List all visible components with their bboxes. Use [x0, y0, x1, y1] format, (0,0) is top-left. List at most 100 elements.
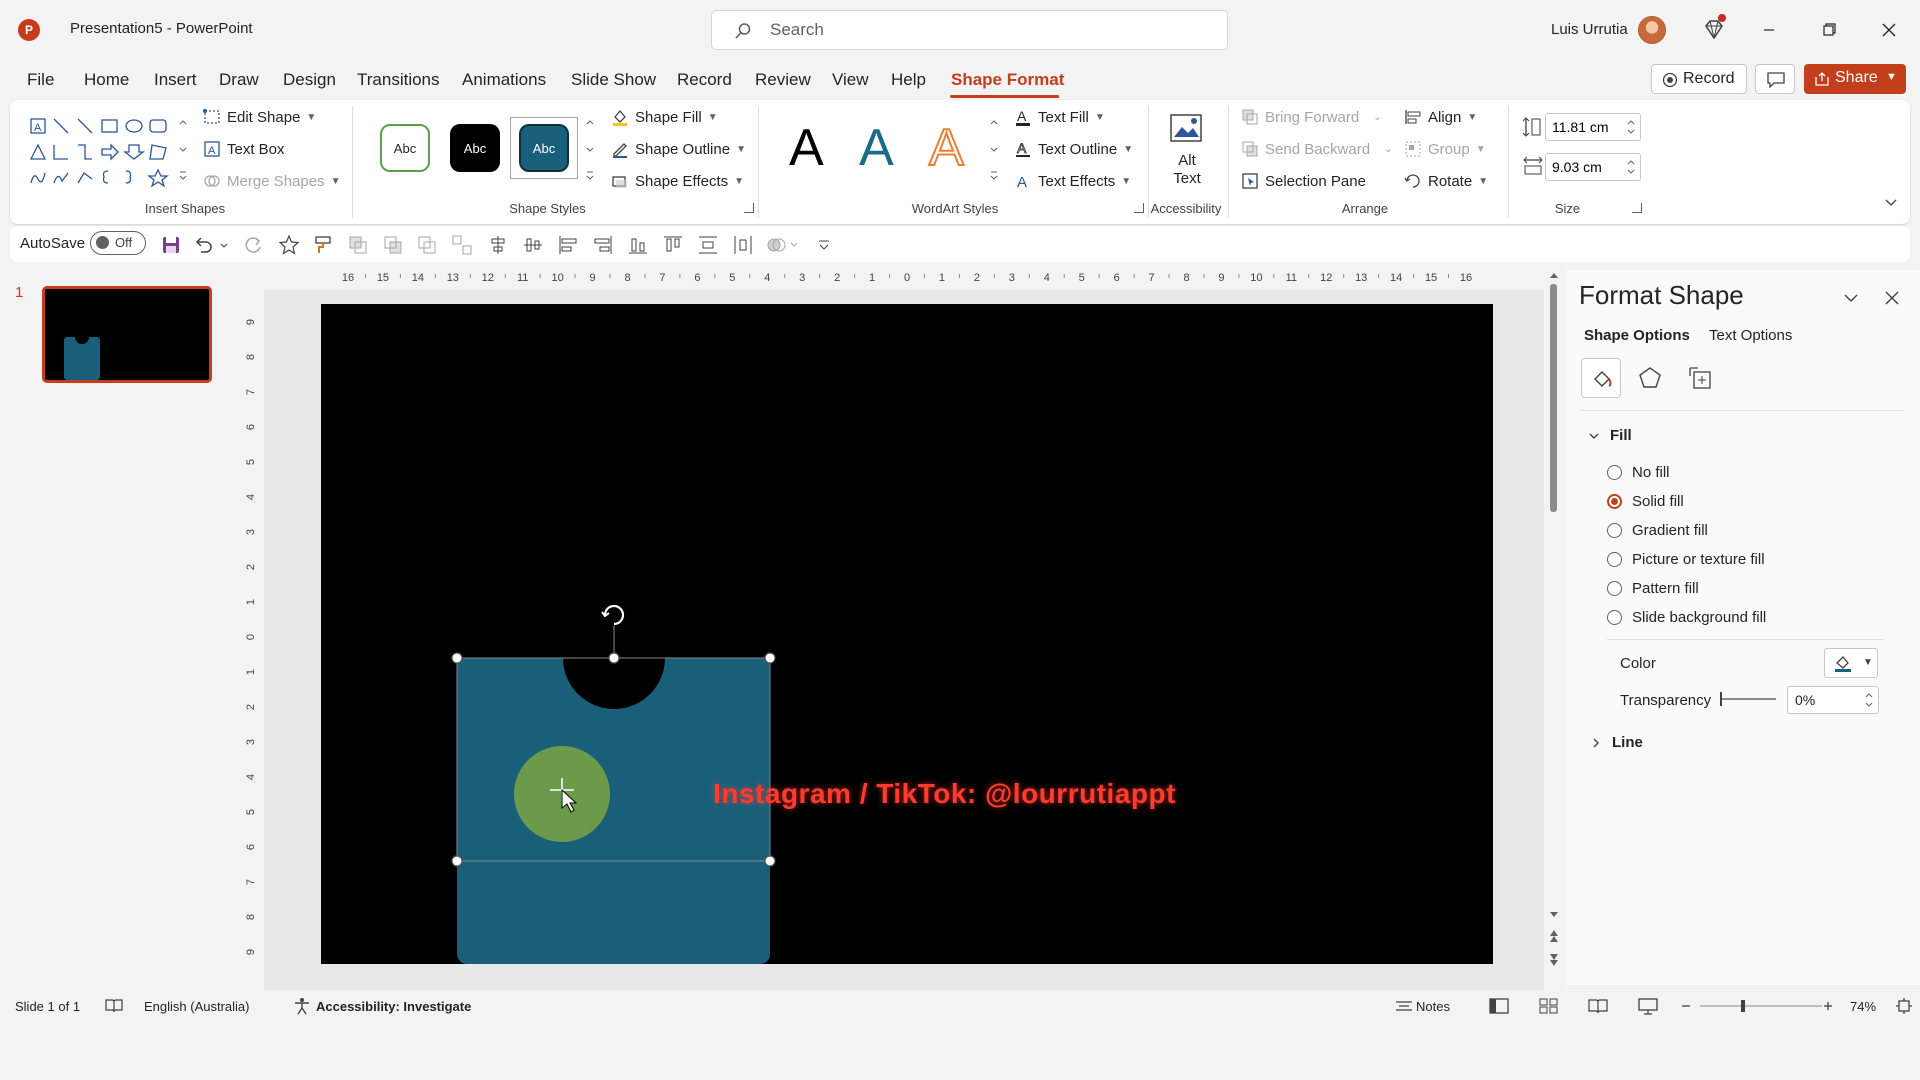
text-outline-button[interactable]: A Text Outline ▼ [1014, 140, 1133, 158]
send-backward-qat-icon[interactable] [382, 234, 404, 256]
width-spinner-icon[interactable] [1626, 158, 1636, 176]
pane-options-chevron-icon[interactable] [1843, 290, 1859, 306]
merge-shapes-qat-icon[interactable] [765, 234, 799, 256]
tab-text-options[interactable]: Text Options [1709, 327, 1792, 344]
shape-styles-scroll[interactable] [584, 114, 596, 186]
line-section-header[interactable]: Line [1590, 734, 1643, 751]
radio-button[interactable] [1607, 523, 1622, 538]
shape-style-black[interactable]: Abc [450, 124, 500, 172]
radio-gradient-fill[interactable]: Gradient fill [1607, 522, 1708, 539]
tab-animations[interactable]: Animations [462, 70, 546, 90]
tab-insert[interactable]: Insert [154, 70, 197, 90]
size-properties-icon[interactable] [1688, 366, 1714, 392]
wordart-styles-scroll[interactable] [988, 114, 1000, 186]
tab-draw[interactable]: Draw [219, 70, 259, 90]
text-box-button[interactable]: A Text Box [203, 140, 285, 158]
notes-button[interactable]: Notes [1416, 999, 1450, 1014]
zoom-level[interactable]: 74% [1850, 999, 1876, 1014]
tab-transitions[interactable]: Transitions [357, 70, 440, 90]
tab-view[interactable]: View [832, 70, 869, 90]
undo-icon[interactable] [192, 234, 214, 256]
wordart-launcher-icon[interactable] [1134, 203, 1144, 213]
transparency-spinner-icon[interactable] [1864, 691, 1874, 709]
avatar[interactable] [1638, 16, 1666, 44]
align-top-icon[interactable] [662, 234, 684, 256]
format-painter-icon[interactable] [313, 234, 335, 256]
align-center-icon[interactable] [487, 234, 509, 256]
slide[interactable]: Instagram / TikTok: @lourrutiappt [321, 304, 1493, 964]
autosave-toggle[interactable]: Off [90, 231, 146, 255]
align-right-icon[interactable] [592, 234, 614, 256]
shape-width-input[interactable] [1552, 159, 1622, 175]
merge-shapes-button[interactable]: Merge Shapes ▼ [203, 172, 340, 190]
effects-pentagon-icon[interactable] [1638, 366, 1662, 390]
shapes-gallery[interactable]: A [28, 115, 178, 187]
text-fill-button[interactable]: A Text Fill ▼ [1014, 108, 1105, 126]
record-button[interactable]: Record [1651, 64, 1747, 94]
vertical-scrollbar[interactable] [1548, 270, 1560, 970]
bring-forward-button[interactable]: Bring Forward ⌄ [1241, 108, 1382, 126]
star-icon[interactable] [278, 234, 300, 256]
size-launcher-icon[interactable] [1632, 203, 1642, 213]
undo-dropdown-icon[interactable] [218, 234, 230, 256]
reading-view-icon[interactable] [1588, 997, 1608, 1015]
share-button[interactable]: Share ▼ [1804, 64, 1906, 94]
wordart-style-blue[interactable]: A [859, 118, 894, 178]
shape-effects-button[interactable]: Shape Effects ▼ [611, 172, 744, 190]
rotate-button[interactable]: Rotate ▼ [1404, 172, 1488, 190]
save-icon[interactable] [160, 234, 182, 256]
radio-pattern-fill[interactable]: Pattern fill [1607, 580, 1699, 597]
accessibility-status[interactable]: Accessibility: Investigate [316, 999, 471, 1014]
text-effects-button[interactable]: A Text Effects ▼ [1014, 172, 1131, 191]
align-middle-icon[interactable] [522, 234, 544, 256]
radio-button-selected[interactable] [1607, 494, 1622, 509]
edit-shape-button[interactable]: Edit Shape ▼ [203, 108, 316, 126]
wordart-style-black[interactable]: A [789, 118, 824, 178]
selection-pane-button[interactable]: Selection Pane [1241, 172, 1366, 190]
comments-button[interactable] [1755, 64, 1795, 94]
spelling-book-icon[interactable] [105, 998, 123, 1014]
bring-forward-qat-icon[interactable] [347, 234, 369, 256]
tab-shape-format[interactable]: Shape Format [951, 70, 1064, 90]
radio-button[interactable] [1607, 552, 1622, 567]
search-box[interactable] [711, 10, 1228, 50]
group-button[interactable]: Group ▼ [1404, 140, 1486, 158]
shape-width-field[interactable] [1545, 153, 1641, 181]
radio-slide-background-fill[interactable]: Slide background fill [1607, 609, 1766, 626]
search-input[interactable] [770, 20, 1190, 40]
fill-line-category[interactable] [1581, 358, 1621, 398]
slide-sorter-icon[interactable] [1539, 997, 1559, 1015]
fit-to-window-icon[interactable] [1895, 997, 1913, 1015]
align-button[interactable]: Align ▼ [1404, 108, 1477, 126]
radio-no-fill[interactable]: No fill [1607, 464, 1670, 481]
distribute-vertically-icon[interactable] [697, 234, 719, 256]
align-left-icon[interactable] [557, 234, 579, 256]
user-name[interactable]: Luis Urrutia [1551, 21, 1628, 38]
shape-style-outline-green[interactable]: Abc [380, 124, 430, 172]
transparency-value[interactable]: 0% [1795, 692, 1815, 708]
shape-height-field[interactable] [1545, 113, 1641, 141]
radio-button[interactable] [1607, 465, 1622, 480]
transparency-field[interactable]: 0% [1787, 686, 1879, 714]
close-window-button[interactable] [1869, 14, 1909, 46]
language-status[interactable]: English (Australia) [144, 999, 250, 1014]
align-bottom-icon[interactable] [627, 234, 649, 256]
distribute-horizontally-icon[interactable] [732, 234, 754, 256]
shape-style-teal[interactable]: Abc [519, 124, 569, 172]
radio-button[interactable] [1607, 581, 1622, 596]
tab-help[interactable]: Help [891, 70, 926, 90]
slide-thumbnail[interactable] [42, 286, 212, 383]
fill-section-header[interactable]: Fill [1588, 427, 1632, 444]
shape-fill-button[interactable]: Shape Fill ▼ [611, 108, 718, 126]
tab-home[interactable]: Home [84, 70, 129, 90]
slideshow-view-icon[interactable] [1638, 997, 1658, 1015]
tab-design[interactable]: Design [283, 70, 336, 90]
alt-text-button[interactable]: Alt Text [1162, 108, 1212, 192]
normal-view-icon[interactable] [1489, 997, 1509, 1015]
zoom-slider[interactable] [1680, 999, 1834, 1013]
send-backward-button[interactable]: Send Backward ⌄ [1241, 140, 1392, 158]
color-picker-button[interactable]: ▼ [1824, 648, 1878, 678]
close-pane-icon[interactable] [1884, 290, 1900, 306]
tab-record[interactable]: Record [677, 70, 732, 90]
transparency-slider-thumb[interactable] [1720, 692, 1722, 706]
